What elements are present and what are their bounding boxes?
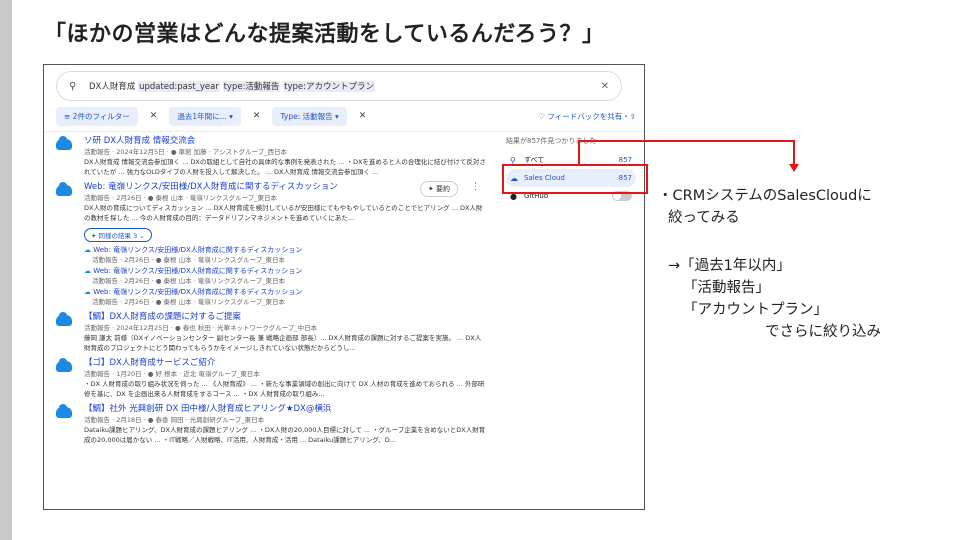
query-token-type-activity: type:活動報告 [222,81,281,92]
search-screenshot: ⚲ DX人財育成 updated:past_year type:活動報告 typ… [43,64,645,510]
annotation-line-6: でさらに絞り込み [765,324,881,340]
result-snippet: DX人財育成 情報交流会参加頂く ... DXの取組として自社の具体的な事例を発… [84,158,486,176]
result-item: 【ゴ】DX人財育成サービスご紹介 活動報告 · 1月20日 · ● 好 根本 ·… [54,357,486,399]
result-snippet: Dataiku課題ヒアリング、DX人財育成の課題ヒアリング ... ・DX人財の… [84,426,486,444]
clear-search-icon[interactable]: ✕ [601,81,609,92]
result-snippet: ・DX 人財育成の取り組み状況を伺った ... 《人財育成》 ... ・新たな事… [84,380,485,398]
similar-results-list: Web: 竜嶺リンクス/安田様/DX人財育成に関するディスカッション 活動報告 … [84,245,486,307]
query-token-updated: updated:past_year [138,81,220,92]
result-item: 【鯛】DX人財育成の課題に対するご提案 活動報告 · 2024年12月25日 ·… [54,311,486,353]
search-bar[interactable]: ⚲ DX人財育成 updated:past_year type:活動報告 typ… [56,71,622,101]
date-filter-chip[interactable]: 過去1年間に... ▾ [169,106,241,126]
close-icon[interactable]: ✕ [144,111,164,121]
result-snippet: DX人財の育成についてディスカッション ... DX人財育成を検討しているが安田… [84,204,483,222]
annotation-line-4: 「活動報告」 [683,280,770,296]
highlight-box [502,164,648,194]
result-title[interactable]: 【鯛】DX人財育成の課題に対するご提案 [84,311,486,323]
source-count: 857 [618,156,632,164]
result-title[interactable]: 【鯛】社外 光興創研 DX 田中様/人財育成ヒアリング★DX@横浜 [84,403,486,415]
result-title[interactable]: ソ研 DX人財育成 情報交流会 [84,135,486,147]
divider [44,131,644,132]
query-text: DX人財育成 [89,82,139,92]
salesforce-cloud-icon [56,136,72,150]
search-query[interactable]: DX人財育成 updated:past_year type:活動報告 type:… [89,80,601,92]
more-options-icon[interactable]: ⋮ [471,182,480,192]
result-meta: 活動報告 · 2024年12月25日 · ● 春也 秋田 · 光華ネットワークグ… [84,324,318,332]
close-icon[interactable]: ✕ [353,111,373,121]
search-icon: ⚲ [69,80,77,92]
type-filter-chip[interactable]: Type: 活動報告 ▾ [272,106,347,126]
result-item: ソ研 DX人財育成 情報交流会 活動報告 · 2024年12月5日 · ● 車館… [54,135,486,177]
slide-left-bar [0,0,12,540]
salesforce-cloud-icon [56,404,72,418]
result-count: 結果が857件見つかりました [506,137,597,145]
filter-bar: ≡ 2件のフィルター ✕ 過去1年間に... ▾ ✕ Type: 活動報告 ▾ … [56,105,636,127]
slide-title: 「ほかの営業はどんな提案活動をしているんだろう？」 [44,22,605,47]
annotation-line-5: 「アカウントプラン」 [683,302,828,318]
summarize-button[interactable]: ✦ 要約 [419,181,458,197]
annotation-line-2: 絞ってみる [668,210,740,226]
close-icon[interactable]: ✕ [247,111,267,121]
sub-result-meta: 活動報告 · 2月26日 · ● 秦根 山本 · 竜嶺リンクスグループ_東日本 [92,298,285,306]
result-item: 【鯛】社外 光興創研 DX 田中様/人財育成ヒアリング★DX@横浜 活動報告 ·… [54,403,486,445]
callout-line [578,140,794,142]
filter-count-chip[interactable]: ≡ 2件のフィルター [56,106,138,126]
result-title[interactable]: 【ゴ】DX人財育成サービスご紹介 [84,357,486,369]
callout-line [578,140,580,164]
result-snippet: 藤岡 謙太 前様（DXイノベーションセンター 副センター長 兼 戦略企画部 部長… [84,334,482,352]
sub-result-title[interactable]: Web: 竜嶺リンクス/安田様/DX人財育成に関するディスカッション [84,287,486,297]
sub-result-title[interactable]: Web: 竜嶺リンクス/安田様/DX人財育成に関するディスカッション [84,245,486,255]
callout-arrow-icon [789,164,799,172]
result-meta: 活動報告 · 1月20日 · ● 好 根本 · 近北 竜嶺グループ_東日本 [84,370,260,378]
result-meta: 活動報告 · 2024年12月5日 · ● 車館 加藤 · アシストグループ_西… [84,148,287,156]
sub-result-meta: 活動報告 · 2月26日 · ● 秦根 山本 · 竜嶺リンクスグループ_東日本 [92,256,285,264]
sub-result-meta: 活動報告 · 2月26日 · ● 秦根 山本 · 竜嶺リンクスグループ_東日本 [92,277,285,285]
results-list: ソ研 DX人財育成 情報交流会 活動報告 · 2024年12月5日 · ● 車館… [54,135,486,449]
callout-line [793,140,795,166]
salesforce-cloud-icon [56,312,72,326]
annotation-line-3: →「過去1年以内」 [668,258,791,274]
result-item: Web: 竜嶺リンクス/安田様/DX人財育成に関するディスカッション ✦ 要約 … [54,181,486,307]
sub-result-title[interactable]: Web: 竜嶺リンクス/安田様/DX人財育成に関するディスカッション [84,266,486,276]
query-token-type-accountplan: type:アカウントプラン [283,81,375,92]
result-meta: 活動報告 · 2月18日 · ● 春香 岡田 · 光興創研グループ_東日本 [84,416,265,424]
annotation-line-1: ・CRMシステムのSalesCloudに [658,188,872,204]
salesforce-cloud-icon [56,358,72,372]
similar-results-button[interactable]: ✦ 同様の結果 3 ⌄ [84,228,152,242]
feedback-button[interactable]: ♡ フィードバックを共有・⇧ [538,111,636,122]
salesforce-cloud-icon [56,182,72,196]
